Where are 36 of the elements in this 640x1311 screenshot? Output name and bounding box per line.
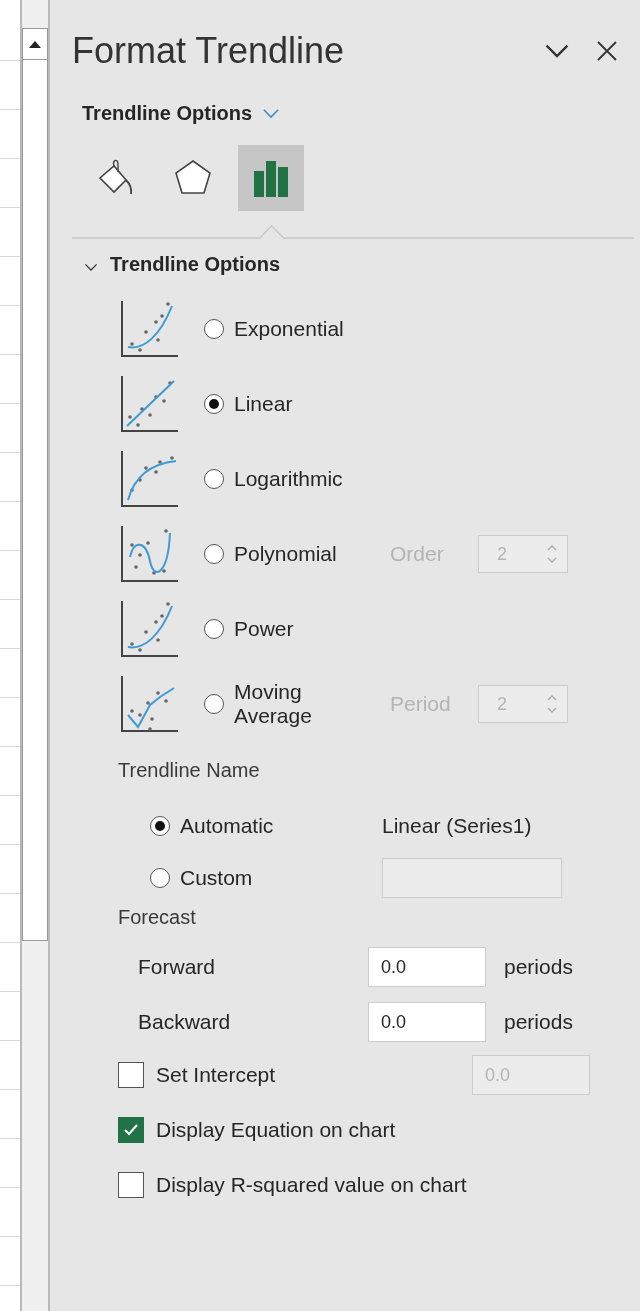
radio-option[interactable]: Custom (150, 866, 382, 890)
trendline-chart-icon (120, 450, 178, 508)
group-label: Trendline Name (118, 759, 261, 782)
checkmark-icon (123, 1123, 139, 1137)
auto-name: Linear (Series1) (382, 814, 532, 838)
field-label: Forward (138, 955, 217, 979)
section-header[interactable]: Trendline Options (84, 253, 280, 276)
checkbox[interactable]: Display Equation on chart (118, 1117, 396, 1143)
unit-label: periods (504, 955, 573, 979)
field-label: Backward (138, 1010, 232, 1034)
panel-title: Format Trendline (72, 30, 346, 72)
group-label: Forecast (118, 906, 197, 929)
radio-option[interactable]: Logarithmic (204, 467, 390, 491)
chevron-icon (84, 262, 98, 271)
scroll-up-icon[interactable] (29, 40, 41, 48)
radio-option[interactable]: Automatic (150, 814, 382, 838)
input-field[interactable]: 0.0 (368, 1002, 486, 1042)
tab[interactable] (238, 145, 304, 211)
chevron-icon (544, 43, 570, 59)
trendline-chart-icon (120, 300, 178, 358)
trendline-chart-icon (120, 375, 178, 433)
radio-option[interactable]: Exponential (204, 317, 390, 341)
bar-chart-icon (251, 158, 291, 198)
trendline-chart-icon (120, 525, 178, 583)
radio-option[interactable]: Power (204, 617, 390, 641)
radio-option[interactable]: Polynomial (204, 542, 390, 566)
radio-option[interactable]: Linear (204, 392, 390, 416)
radio-option[interactable]: Moving Average (204, 679, 390, 729)
unit-label: periods (504, 1010, 573, 1034)
trendline-chart-icon (120, 600, 178, 658)
checkbox[interactable]: Display R-squared value on chart (118, 1172, 467, 1198)
input-field[interactable]: 0.0 (368, 947, 486, 987)
trendline-chart-icon (120, 675, 178, 733)
scroll-bar[interactable] (20, 0, 50, 1311)
chevron-icon (262, 108, 280, 119)
options-dropdown[interactable]: Trendline Options (82, 102, 280, 125)
